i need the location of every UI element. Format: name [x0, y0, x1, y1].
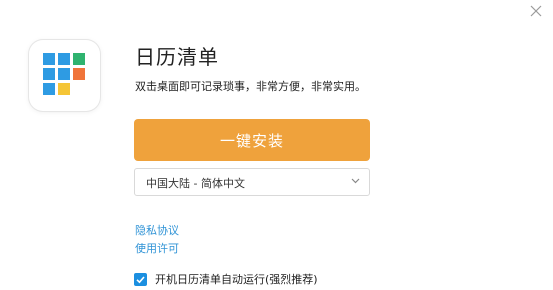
logo-cell: [43, 53, 55, 65]
logo-cell: [58, 83, 70, 95]
autorun-checkbox[interactable]: [134, 272, 147, 286]
language-select[interactable]: 中国大陆 - 简体中文: [134, 168, 370, 196]
logo-cell: [58, 53, 70, 65]
logo-cell: [43, 83, 55, 95]
installer-window: 日历清单 双击桌面即可记录琐事，非常方便，非常实用。 一键安装 中国大陆 - 简…: [0, 0, 553, 290]
chevron-down-icon: [351, 178, 360, 184]
privacy-link[interactable]: 隐私协议: [135, 222, 179, 238]
app-logo: [29, 40, 100, 111]
logo-cell: [43, 68, 55, 80]
logo-cell: [73, 68, 85, 80]
autorun-option[interactable]: 开机日历清单自动运行(强烈推荐): [134, 271, 318, 287]
app-description: 双击桌面即可记录琐事，非常方便，非常实用。: [135, 80, 366, 93]
checkmark-icon: [136, 275, 145, 283]
install-button[interactable]: 一键安装: [134, 119, 370, 161]
license-link[interactable]: 使用许可: [135, 240, 179, 256]
language-select-value: 中国大陆 - 简体中文: [146, 177, 245, 190]
close-button[interactable]: [525, 0, 547, 22]
close-icon: [530, 5, 542, 17]
logo-cell: [73, 53, 85, 65]
logo-cell: [58, 68, 70, 80]
autorun-label: 开机日历清单自动运行(强烈推荐): [155, 273, 318, 286]
app-title: 日历清单: [135, 45, 219, 69]
